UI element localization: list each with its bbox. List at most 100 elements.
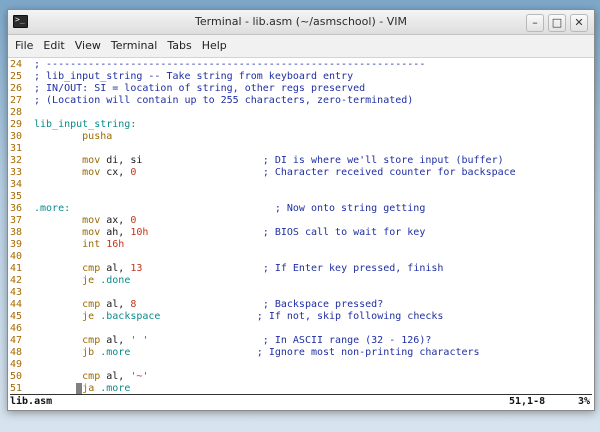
line-number: 50 [10, 371, 23, 382]
status-cursor-position: 51,1-8 [509, 396, 546, 407]
code-line[interactable]: 27 ; (Location will contain up to 255 cha… [10, 95, 592, 107]
code-token: .more [94, 347, 131, 358]
code-token: int [34, 239, 101, 250]
code-token: cmp [34, 263, 101, 274]
code-line[interactable]: 39 int 16h [10, 239, 592, 251]
vim-status-line: lib.asm 51,1-8 3% [10, 394, 592, 408]
code-token: 0 [130, 215, 137, 226]
line-number: 34 [10, 179, 23, 190]
code-line[interactable]: 43 [10, 287, 592, 299]
code-line[interactable]: 38 mov ah, 10h ; BIOS call to wait for k… [10, 227, 592, 239]
code-token: ah, [100, 227, 131, 238]
line-number: 31 [10, 143, 23, 154]
line-number: 38 [10, 227, 23, 238]
menu-bar: File Edit View Terminal Tabs Help [8, 35, 594, 58]
code-token: 13 [130, 263, 143, 274]
code-token: al, [100, 299, 131, 310]
code-token: ; If Enter key pressed, finish [262, 263, 444, 274]
code-line[interactable]: 45 je .backspace ; If not, skip followin… [10, 311, 592, 323]
code-line[interactable]: 40 [10, 251, 592, 263]
code-line[interactable]: 41 cmp al, 13 ; If Enter key pressed, fi… [10, 263, 592, 275]
code-line[interactable]: 26 ; IN/OUT: SI = location of string, oth… [10, 83, 592, 95]
code-token: ; IN/OUT: SI = location of string, other… [34, 83, 366, 94]
code-token: ja [82, 383, 95, 394]
line-number: 48 [10, 347, 23, 358]
status-scroll-percent: 3% [577, 396, 590, 407]
code-token: mov [34, 215, 101, 226]
status-filename: lib.asm [10, 396, 53, 407]
code-line[interactable]: 37 mov ax, 0 [10, 215, 592, 227]
menu-edit[interactable]: Edit [38, 35, 69, 57]
line-number: 39 [10, 239, 23, 250]
line-number: 35 [10, 191, 23, 202]
code-token: je [34, 275, 95, 286]
line-number: 46 [10, 323, 23, 334]
code-token: ; Character received counter for backspa… [262, 167, 516, 178]
minimize-button[interactable]: – [526, 14, 544, 32]
code-line[interactable]: 44 cmp al, 8 ; Backspace pressed? [10, 299, 592, 311]
menu-terminal[interactable]: Terminal [106, 35, 163, 57]
code-line[interactable]: 35 [10, 191, 592, 203]
code-line[interactable]: 47 cmp al, ' ' ; In ASCII range (32 - 12… [10, 335, 592, 347]
code-token: pusha [34, 131, 113, 142]
code-token: al, [100, 263, 131, 274]
code-token: ; Backspace pressed? [262, 299, 384, 310]
line-number: 40 [10, 251, 23, 262]
line-number: 32 [10, 155, 23, 166]
line-number: 36 [10, 203, 23, 214]
code-token: ; Ignore most non-printing characters [256, 347, 480, 358]
line-number: 47 [10, 335, 23, 346]
terminal-area[interactable]: 24 ; ------------------------------------… [8, 58, 594, 410]
code-line[interactable]: 36 .more: ; Now onto string getting [10, 203, 592, 215]
code-line[interactable]: 48 jb .more ; Ignore most non-printing c… [10, 347, 592, 359]
code-line[interactable]: 34 [10, 179, 592, 191]
code-line[interactable]: 42 je .done [10, 275, 592, 287]
code-line[interactable]: 31 [10, 143, 592, 155]
code-line[interactable]: 46 [10, 323, 592, 335]
code-line[interactable]: 30 pusha [10, 131, 592, 143]
code-line[interactable]: 50 cmp al, '~' [10, 371, 592, 383]
line-number: 44 [10, 299, 23, 310]
close-button[interactable]: ✕ [570, 14, 588, 32]
code-token: al, [100, 335, 131, 346]
line-number: 41 [10, 263, 23, 274]
line-number: 30 [10, 131, 23, 142]
line-number: 43 [10, 287, 23, 298]
code-line[interactable]: 29 lib_input_string: [10, 119, 592, 131]
maximize-button[interactable]: □ [548, 14, 566, 32]
line-number: 33 [10, 167, 23, 178]
line-number: 49 [10, 359, 23, 370]
code-token: ; --------------------------------------… [34, 59, 426, 70]
code-token: ; (Location will contain up to 255 chara… [34, 95, 414, 106]
code-token: .more: [34, 203, 71, 214]
title-bar[interactable]: >_ Terminal - lib.asm (~/asmschool) - VI… [8, 10, 594, 35]
code-token: ; BIOS call to wait for key [262, 227, 426, 238]
code-line[interactable]: 25 ; lib_input_string -- Take string from… [10, 71, 592, 83]
line-number: 25 [10, 71, 23, 82]
menu-view[interactable]: View [70, 35, 106, 57]
code-token: ; If not, skip following checks [256, 311, 444, 322]
line-number: 27 [10, 95, 23, 106]
code-line[interactable]: 32 mov di, si ; DI is where we'll store … [10, 155, 592, 167]
code-token: cmp [34, 371, 101, 382]
code-line[interactable]: 33 mov cx, 0 ; Character received counte… [10, 167, 592, 179]
terminal-window: >_ Terminal - lib.asm (~/asmschool) - VI… [7, 9, 595, 411]
editor-buffer[interactable]: 24 ; ------------------------------------… [10, 59, 592, 395]
code-line[interactable]: 28 [10, 107, 592, 119]
code-line[interactable]: 49 [10, 359, 592, 371]
code-token: ; In ASCII range (32 - 126)? [262, 335, 432, 346]
menu-file[interactable]: File [12, 35, 38, 57]
code-line[interactable]: 24 ; ------------------------------------… [10, 59, 592, 71]
menu-help[interactable]: Help [197, 35, 232, 57]
code-token: .more [94, 383, 131, 394]
menu-tabs[interactable]: Tabs [162, 35, 196, 57]
code-token: ; DI is where we'll store input (buffer) [262, 155, 504, 166]
